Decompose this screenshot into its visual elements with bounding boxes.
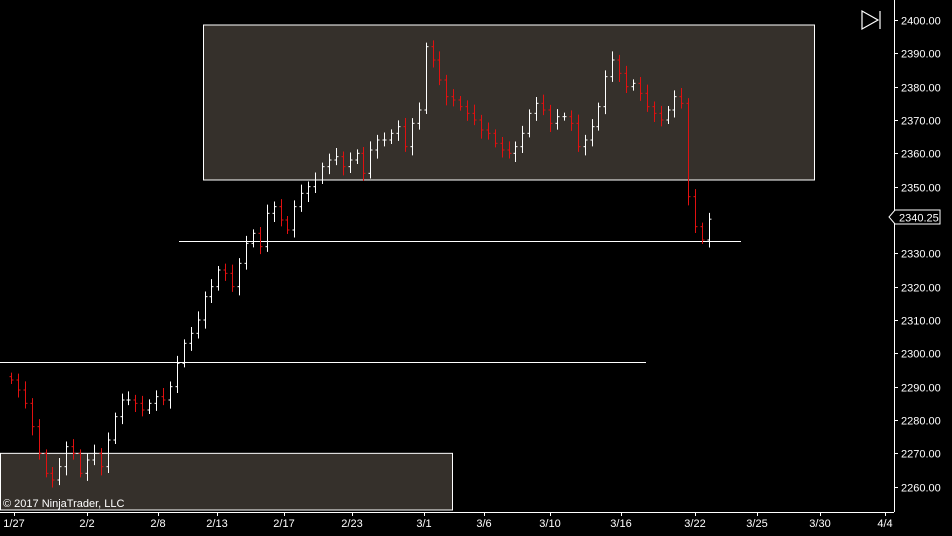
y-tick-label: 2320.00 [901,283,941,295]
x-tick-label: 2/17 [273,518,294,530]
y-tick-label: 2280.00 [901,416,941,428]
y-tick-label: 2380.00 [901,83,941,95]
x-tick-label: 3/25 [746,518,767,530]
x-tick-label: 1/27 [3,518,24,530]
last-price-label: 2340.25 [899,213,939,225]
play-end-icon[interactable] [858,8,884,32]
copyright-label: © 2017 NinjaTrader, LLC [3,498,124,510]
y-tick-label: 2260.00 [901,483,941,495]
x-tick-label: 3/30 [809,518,830,530]
y-tick-label: 2310.00 [901,316,941,328]
x-tick-label: 3/1 [416,518,431,530]
x-tick-label: 2/2 [79,518,94,530]
y-tick-label: 2290.00 [901,383,941,395]
last-price-tag: 2340.25 [888,209,941,225]
y-tick-label: 2390.00 [901,49,941,61]
y-axis-ticks: 2260.00 2270.00 2280.00 2290.00 2300.00 2310.… [894,16,941,495]
y-tick-label: 2330.00 [901,249,941,261]
y-tick-label: 2300.00 [901,349,941,361]
x-tick-label: 3/16 [610,518,631,530]
x-tick-label: 3/22 [684,518,705,530]
x-tick-label: 2/13 [206,518,227,530]
price-chart[interactable]: 2260.00 2270.00 2280.00 2290.00 2300.00 2310.… [0,0,952,536]
x-tick-label: 3/6 [476,518,491,530]
x-tick-label: 3/10 [539,518,560,530]
y-tick-label: 2400.00 [901,16,941,28]
x-tick-label: 4/4 [877,518,892,530]
x-tick-label: 2/23 [341,518,362,530]
y-tick-label: 2370.00 [901,116,941,128]
x-tick-label: 2/8 [150,518,165,530]
y-tick-label: 2350.00 [901,183,941,195]
y-tick-label: 2270.00 [901,449,941,461]
y-tick-label: 2360.00 [901,149,941,161]
